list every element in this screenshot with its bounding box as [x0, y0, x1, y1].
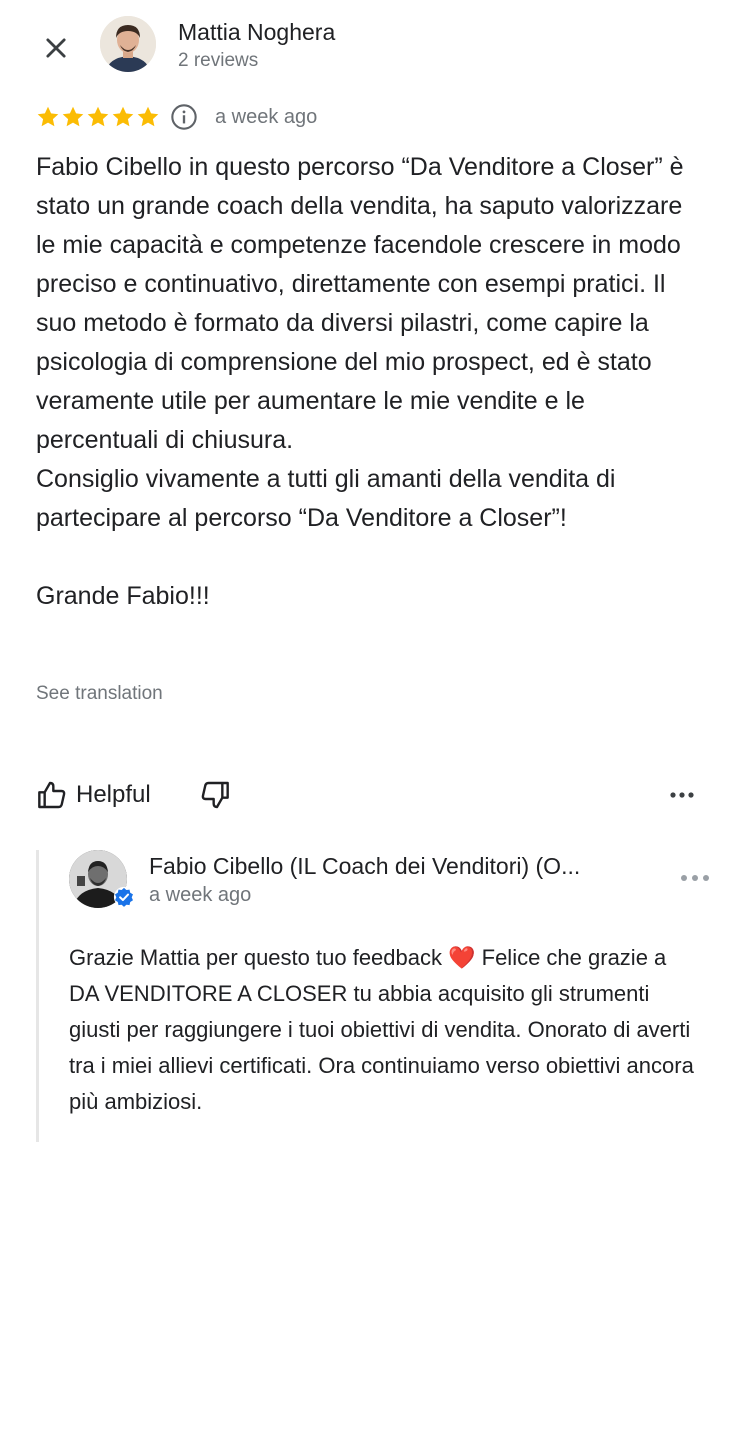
close-button[interactable]	[34, 26, 78, 70]
star-icon	[137, 106, 159, 127]
review-actions: Helpful	[36, 774, 700, 816]
more-horiz-icon	[681, 875, 709, 881]
not-helpful-button[interactable]	[197, 777, 233, 813]
review-text: Fabio Cibello in questo percorso “Da Ven…	[36, 153, 684, 610]
review-more-button[interactable]	[664, 777, 700, 813]
owner-reply-text: Grazie Mattia per questo tuo feedback ❤️…	[69, 940, 699, 1120]
thumb-up-icon	[38, 781, 66, 809]
reviewer-review-count: 2 reviews	[178, 50, 259, 71]
close-icon	[46, 38, 66, 58]
reviewer-name[interactable]: Mattia Noghera	[178, 17, 335, 47]
heart-emoji: ❤️	[448, 945, 476, 970]
info-icon[interactable]	[170, 103, 198, 131]
star-icon	[87, 106, 109, 127]
owner-reply-date: a week ago	[149, 884, 252, 906]
helpful-label: Helpful	[76, 781, 151, 808]
star-icon	[112, 106, 134, 127]
reply-text-part-2: Felice che grazie a DA VENDITORE A CLOSE…	[69, 945, 694, 1114]
owner-name[interactable]: Fabio Cibello (IL Coach dei Venditori) (…	[149, 850, 649, 882]
star-icon	[62, 106, 84, 127]
thumb-down-icon	[201, 781, 229, 809]
helpful-button[interactable]: Helpful	[36, 779, 151, 811]
verified-icon	[113, 886, 135, 908]
star-icon	[37, 106, 59, 127]
star-rating	[36, 105, 160, 129]
owner-reply-more-button[interactable]	[675, 862, 715, 894]
reply-text-part-1: Grazie Mattia per questo tuo feedback	[69, 945, 449, 970]
review-date: a week ago	[215, 105, 318, 128]
reviewer-avatar[interactable]	[100, 16, 156, 72]
owner-reply: Fabio Cibello (IL Coach dei Venditori) (…	[36, 850, 709, 1142]
see-translation-link[interactable]: See translation	[36, 680, 163, 708]
more-horiz-icon	[670, 792, 694, 798]
rating-row: a week ago	[36, 100, 317, 134]
